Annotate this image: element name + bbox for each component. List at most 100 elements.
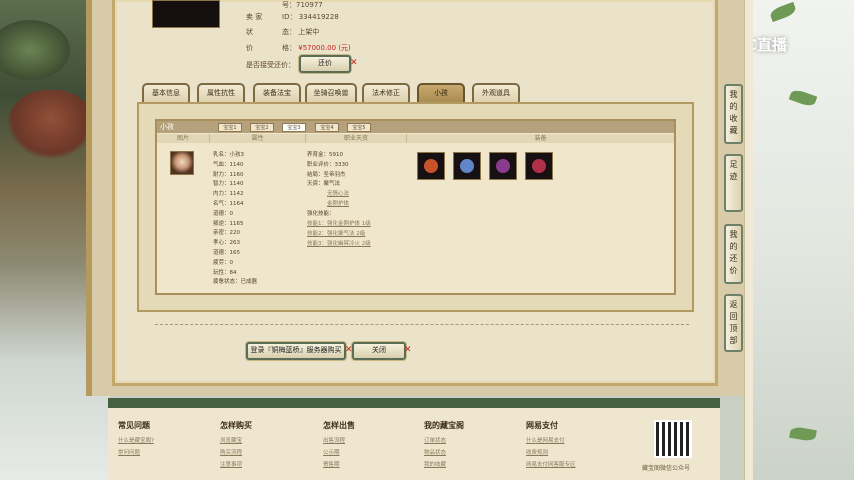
attribute-value: 220 <box>229 230 241 237</box>
footer-link[interactable]: 购买流程 <box>220 447 252 459</box>
footer-link[interactable]: 我的收藏 <box>424 459 464 471</box>
attribute-value: 1140 <box>229 181 244 188</box>
career-row: 结局：圣帝羽杰 <box>307 170 346 178</box>
footer-link[interactable]: 浏览藏宝 <box>220 435 252 447</box>
close-button[interactable]: 关闭 <box>352 342 406 360</box>
status-row: 状 态： 上架中 <box>246 27 319 37</box>
enhance-skill-link[interactable]: 技能3：强化幽冥冷火 2级 <box>307 239 371 247</box>
item-id-label: 号： <box>282 1 296 9</box>
price-colon: 格： <box>282 44 296 52</box>
side-nav-footprints[interactable]: 足迹 <box>724 154 743 212</box>
attribute-label: 乳名： <box>213 152 230 158</box>
attribute-row: 孝心：263 <box>213 238 240 246</box>
footer-link[interactable]: 物品状态 <box>424 447 464 459</box>
attribute-row: 道德：0 <box>213 209 233 217</box>
tab-child[interactable]: 小孩 <box>417 83 465 103</box>
footer-link[interactable]: 出售流程 <box>323 435 355 447</box>
attribute-row: 玩性：84 <box>213 268 237 276</box>
leaf-decoration <box>789 425 817 443</box>
page-scrollbar[interactable] <box>744 0 753 480</box>
item-id-row: 号：710977 <box>246 0 323 10</box>
attribute-label: 道德： <box>213 250 230 256</box>
footer-column: 网易支付什么是网易支付 收费规则 网易支付网客服专区 <box>526 420 576 471</box>
attribute-label: 玩性： <box>213 269 230 276</box>
equip-item-2-gem <box>460 159 474 173</box>
attribute-row: 名气：1164 <box>213 199 244 207</box>
subtab-baby-4[interactable]: 宝宝4 <box>315 123 339 132</box>
footer-link[interactable]: 注意事项 <box>220 459 252 471</box>
attribute-label: 道德： <box>213 210 230 217</box>
equip-item-2-icon[interactable] <box>453 152 481 180</box>
footer-link[interactable]: 常问问题 <box>118 447 154 459</box>
attribute-label: 名气： <box>213 201 230 207</box>
attribute-row: 耐力：1160 <box>213 170 244 178</box>
tab-spell-correction[interactable]: 法术修正 <box>362 83 410 103</box>
enhance-skill-link[interactable]: 技能1：强化金刚护体 1级 <box>307 219 371 227</box>
attribute-row: 道德：165 <box>213 248 240 256</box>
footer-column: 我的藏宝阁 订单状态 物品状态 我的收藏 <box>424 420 464 471</box>
tree-decoration-red <box>6 90 96 160</box>
tab-appearance[interactable]: 外观道具 <box>472 83 520 103</box>
col-header-career: 职业天资 <box>306 134 407 143</box>
attribute-value: 1165 <box>229 220 244 227</box>
career-link[interactable]: 无情心法 <box>327 189 349 197</box>
subtab-baby-1[interactable]: 宝宝1 <box>218 123 242 132</box>
footer-link[interactable]: 公示期 <box>323 447 355 459</box>
leaf-decoration <box>768 1 798 23</box>
subtab-baby-2[interactable]: 宝宝2 <box>250 123 274 132</box>
col-header-image: 图片 <box>157 134 210 143</box>
attribute-value: 0 <box>229 259 234 266</box>
seller-label: 卖 家 <box>246 13 263 21</box>
attribute-label: 耐力： <box>213 171 230 178</box>
tab-basic-info[interactable]: 基本信息 <box>142 83 190 103</box>
attribute-row: 气血：1140 <box>213 160 244 168</box>
footer-column-title: 怎样出售 <box>323 420 355 430</box>
footer-link[interactable]: 收费规则 <box>526 447 576 459</box>
attribute-label: 内力： <box>213 191 230 198</box>
footer-column: 怎样购买 浏览藏宝 购买流程 注意事项 <box>220 420 252 471</box>
career-value: 5910 <box>329 152 344 158</box>
counter-offer-close-icon[interactable]: ✕ <box>350 58 358 68</box>
tab-equipment[interactable]: 装备法宝 <box>253 83 301 103</box>
attribute-value: 已成器 <box>240 279 258 286</box>
career-value: 聚气法 <box>323 181 341 188</box>
price-row: 价 格： ¥57000.00 (元) <box>246 43 351 53</box>
qr-caption: 藏宝阁微信公众号 <box>642 465 691 472</box>
tab-attributes[interactable]: 属性抗性 <box>197 83 245 103</box>
subtab-baby-5[interactable]: 宝宝5 <box>347 123 371 132</box>
side-nav-back-to-top[interactable]: 返回顶部 <box>724 294 743 352</box>
attribute-row: 内力：1142 <box>213 189 244 197</box>
attribute-row: 智力：1140 <box>213 179 244 187</box>
attribute-value: 1164 <box>229 201 244 207</box>
attribute-row: 叛逆：1165 <box>213 219 244 227</box>
attribute-value: 1160 <box>229 171 244 178</box>
footer-link[interactable]: 网易支付网客服专区 <box>526 459 576 471</box>
career-label: 结局： <box>307 171 324 178</box>
attribute-label: 疲劳： <box>213 259 230 266</box>
login-buy-button[interactable]: 登录『铜梅蓝桥』服务器购买 <box>246 342 346 360</box>
tab-mounts-summons[interactable]: 坐骑召唤兽 <box>305 83 357 103</box>
enhance-skill-link[interactable]: 技能2：强化聚气法 2级 <box>307 229 365 237</box>
attribute-label: 智力： <box>213 181 230 188</box>
footer-link[interactable]: 寄售期 <box>323 459 355 471</box>
footer-link[interactable]: 什么是网易支付 <box>526 435 576 447</box>
seller-row: 卖 家 ID： 334419228 <box>246 12 339 22</box>
footer-link[interactable]: 什么是藏宝阁? <box>118 435 154 447</box>
counter-offer-button[interactable]: 还价 <box>299 55 351 73</box>
footer-column-title: 网易支付 <box>526 420 558 430</box>
equip-item-1-icon[interactable] <box>417 152 445 180</box>
equip-item-4-icon[interactable] <box>525 152 553 180</box>
career-link[interactable]: 金刚护体 <box>327 199 349 207</box>
career-value: 3330 <box>334 161 349 168</box>
subtab-baby-3[interactable]: 宝宝3 <box>282 123 306 132</box>
equip-item-3-icon[interactable] <box>489 152 517 180</box>
footer-column: 怎样出售出售流程 公示期 寄售期 <box>323 420 355 471</box>
close-x-icon[interactable]: ✕ <box>404 345 412 355</box>
attribute-label: 气血： <box>213 161 230 168</box>
side-nav-favorites[interactable]: 我的收藏 <box>724 84 743 144</box>
footer-link[interactable]: 订单状态 <box>424 435 464 447</box>
attribute-value: 小孩3 <box>229 152 245 158</box>
price-label: 价 <box>246 44 253 52</box>
side-nav-my-offers[interactable]: 我的还价 <box>724 224 743 284</box>
footer-column: 常见问题 什么是藏宝阁? 常问问题 <box>118 420 154 459</box>
